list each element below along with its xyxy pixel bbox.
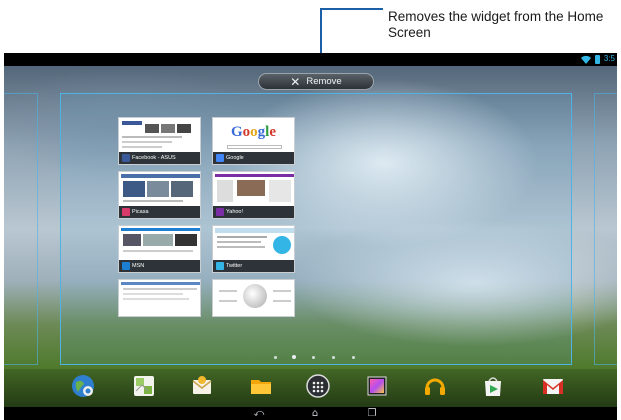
bookmarks-widget[interactable]: Facebook - ASUS Google Google Picasa Yah… <box>118 117 296 323</box>
facebook-favicon <box>122 154 130 162</box>
music-headphones-icon[interactable] <box>422 373 448 399</box>
msn-favicon <box>122 262 130 270</box>
callout-line-horizontal <box>321 8 383 10</box>
page-dot <box>352 356 355 359</box>
google-favicon <box>216 154 224 162</box>
picasa-favicon <box>122 208 130 216</box>
status-bar: 3:5 <box>4 53 617 66</box>
file-manager-icon[interactable] <box>248 373 274 399</box>
photo-editor-icon[interactable] <box>364 373 390 399</box>
bookmark-tile-twitter[interactable]: Twitter <box>212 225 295 273</box>
yahoo-favicon <box>216 208 224 216</box>
bookmark-label: Twitter <box>226 263 243 269</box>
back-icon[interactable]: ⤺ <box>253 408 265 419</box>
page-dot <box>332 356 335 359</box>
bookmark-tile-facebook[interactable]: Facebook - ASUS <box>118 117 201 165</box>
bookmark-label: Facebook - ASUS <box>132 155 176 161</box>
page-dot <box>312 356 315 359</box>
play-store-icon[interactable] <box>480 373 506 399</box>
gmail-icon[interactable] <box>540 373 566 399</box>
bookmark-tile-wikipedia[interactable] <box>212 279 295 317</box>
left-page-frame <box>4 93 38 365</box>
right-page-frame <box>594 93 617 365</box>
navigation-bar: ⤺ ⌂ ❐ <box>4 407 617 420</box>
bookmark-tile-google[interactable]: Google Google <box>212 117 295 165</box>
home-icon[interactable]: ⌂ <box>309 408 321 419</box>
bookmark-label: Picasa <box>132 209 149 215</box>
gallery-map-icon[interactable] <box>131 373 157 399</box>
bookmark-tile-7[interactable] <box>118 279 201 317</box>
remove-button[interactable]: ✕ Remove <box>258 73 374 90</box>
remove-button-label: Remove <box>306 76 342 87</box>
bookmark-tile-msn[interactable]: MSN <box>118 225 201 273</box>
bookmark-label: Google <box>226 155 244 161</box>
tablet-screen: 3:5 ✕ Remove Facebook - ASUS Google Goog… <box>4 53 617 420</box>
battery-icon <box>595 55 600 64</box>
google-logo: Google <box>230 124 276 140</box>
page-dot-active <box>292 355 296 359</box>
email-icon[interactable] <box>189 373 215 399</box>
bookmark-label: Yahoo! <box>226 209 244 215</box>
page-dot <box>274 356 277 359</box>
browser-globe-icon[interactable] <box>70 373 96 399</box>
recent-apps-icon[interactable]: ❐ <box>366 408 378 419</box>
bookmark-label: MSN <box>132 263 145 269</box>
all-apps-icon[interactable] <box>305 373 331 399</box>
bookmark-tile-picasa[interactable]: Picasa <box>118 171 201 219</box>
close-icon: ✕ <box>290 74 301 89</box>
status-clock: 3:5 <box>603 54 615 63</box>
callout-text: Removes the widget from the Home Screen <box>388 9 604 40</box>
page-indicator <box>270 354 370 362</box>
bookmark-tile-yahoo[interactable]: Yahoo! <box>212 171 295 219</box>
wifi-icon <box>581 55 591 64</box>
twitter-favicon <box>216 262 224 270</box>
